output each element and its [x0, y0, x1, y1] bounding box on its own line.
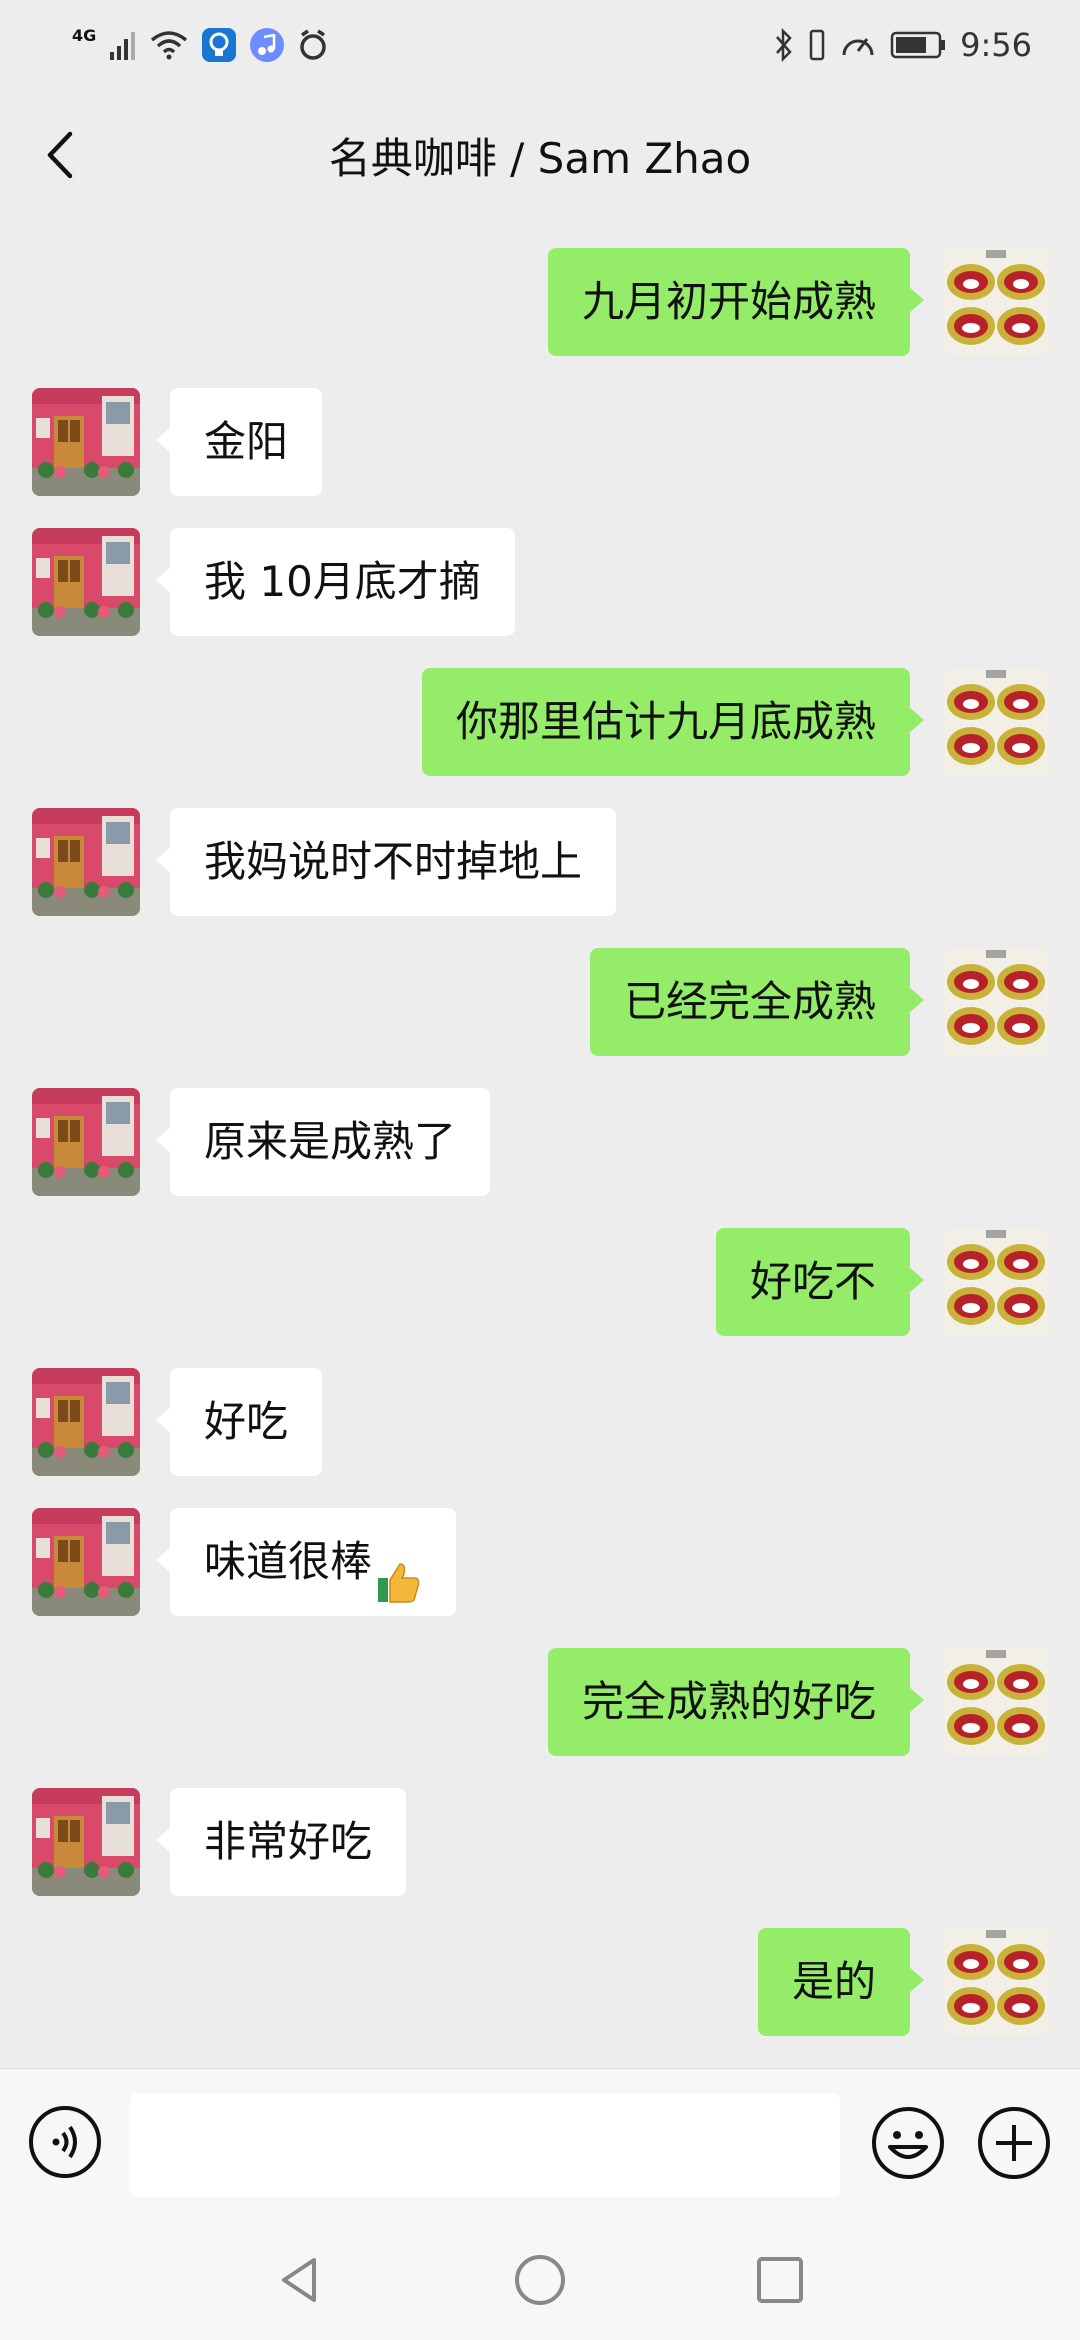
- sent-message-bubble[interactable]: 九月初开始成熟: [547, 248, 925, 356]
- signal-icon: [110, 32, 136, 60]
- contact-avatar[interactable]: [32, 528, 140, 636]
- sent-message-row: 完全成熟的好吃: [0, 1648, 1080, 1756]
- sent-message-row: 好吃不: [0, 1228, 1080, 1336]
- bluetooth-icon: [776, 28, 792, 62]
- sent-message-bubble[interactable]: 已经完全成熟: [589, 948, 925, 1056]
- lightbulb-app-icon: [202, 28, 237, 62]
- received-message-row: 非常好吃: [0, 1788, 1080, 1896]
- received-message-row: 金阳: [0, 388, 1080, 496]
- message-text: 你那里估计九月底成熟: [455, 697, 876, 746]
- message-list[interactable]: 九月初开始成熟 金阳 我 10月底才摘 你那里估计九月底成熟 我妈说时不时掉地上…: [0, 215, 1080, 2065]
- message-text: 我妈说时不时掉地上: [204, 837, 583, 886]
- back-button[interactable]: [30, 125, 90, 185]
- message-text: 好吃: [204, 1397, 289, 1446]
- self-avatar[interactable]: [942, 248, 1050, 356]
- chat-title: 名典咖啡 / Sam Zhao: [328, 133, 752, 183]
- contact-avatar[interactable]: [32, 1088, 140, 1196]
- self-avatar[interactable]: [942, 668, 1050, 776]
- received-message-row: 我妈说时不时掉地上: [0, 808, 1080, 916]
- message-text: 完全成熟的好吃: [581, 1677, 876, 1726]
- nav-home-button[interactable]: [510, 2250, 570, 2310]
- received-message-bubble[interactable]: 非常好吃: [155, 1788, 407, 1896]
- status-left-icons: 4G: [72, 25, 328, 62]
- message-input[interactable]: [130, 2093, 840, 2197]
- square-recents-icon: [757, 2257, 803, 2303]
- chevron-left-icon: [47, 131, 73, 179]
- contact-avatar[interactable]: [32, 808, 140, 916]
- clock-time: 9:56: [960, 26, 1032, 64]
- received-message-row: 味道很棒: [0, 1508, 1080, 1616]
- sent-message-bubble[interactable]: 是的: [757, 1928, 925, 2036]
- sent-message-bubble[interactable]: 完全成熟的好吃: [547, 1648, 925, 1756]
- received-message-bubble[interactable]: 原来是成熟了: [155, 1088, 491, 1196]
- self-avatar[interactable]: [942, 1648, 1050, 1756]
- speed-icon: [842, 38, 874, 56]
- message-text: 九月初开始成熟: [581, 277, 876, 326]
- message-text: 原来是成熟了: [204, 1117, 457, 1166]
- self-avatar[interactable]: [942, 1228, 1050, 1336]
- wifi-icon: [151, 31, 188, 60]
- sent-message-bubble[interactable]: 你那里估计九月底成熟: [421, 668, 925, 776]
- smiley-icon: [872, 2107, 944, 2179]
- message-text: 已经完全成熟: [623, 977, 876, 1026]
- received-message-row: 我 10月底才摘: [0, 528, 1080, 636]
- chat-header: 名典咖啡 / Sam Zhao: [0, 95, 1080, 215]
- sent-message-row: 你那里估计九月底成熟: [0, 668, 1080, 776]
- alarm-icon: [300, 29, 327, 60]
- received-message-bubble[interactable]: 金阳: [155, 388, 323, 496]
- contact-avatar[interactable]: [32, 1508, 140, 1616]
- sent-message-row: 九月初开始成熟: [0, 248, 1080, 356]
- received-message-row: 原来是成熟了: [0, 1088, 1080, 1196]
- input-bar: [0, 2068, 1080, 2220]
- contact-avatar[interactable]: [32, 388, 140, 496]
- received-message-bubble[interactable]: 味道很棒: [155, 1508, 457, 1616]
- emoji-button[interactable]: [870, 2105, 946, 2181]
- contact-avatar[interactable]: [32, 1368, 140, 1476]
- circle-home-icon: [515, 2255, 565, 2305]
- sent-message-bubble[interactable]: 好吃不: [715, 1228, 925, 1336]
- message-text: 非常好吃: [204, 1817, 373, 1866]
- nav-recents-button[interactable]: [750, 2250, 810, 2310]
- message-text: 味道很棒: [204, 1537, 373, 1586]
- self-avatar[interactable]: [942, 1928, 1050, 2036]
- voice-button[interactable]: [28, 2105, 102, 2179]
- plus-icon: [978, 2107, 1050, 2179]
- sent-message-row: 已经完全成熟: [0, 948, 1080, 1056]
- message-text: 好吃不: [749, 1257, 876, 1306]
- received-message-row: 好吃: [0, 1368, 1080, 1476]
- self-avatar[interactable]: [942, 948, 1050, 1056]
- battery-icon: [890, 31, 946, 59]
- thumbs-up-icon: [376, 1538, 422, 1603]
- network-type: 4G: [72, 25, 97, 45]
- music-app-icon: [250, 28, 285, 62]
- received-message-bubble[interactable]: 好吃: [155, 1368, 323, 1476]
- message-text: 金阳: [204, 417, 289, 466]
- sent-message-row: 是的: [0, 1928, 1080, 2036]
- triangle-back-icon: [282, 2258, 316, 2302]
- nav-back-button[interactable]: [270, 2250, 330, 2310]
- status-right-icons: 9:56: [774, 26, 1032, 64]
- status-bar: 4G 9:56: [0, 0, 1080, 90]
- message-text: 我 10月底才摘: [204, 557, 481, 606]
- received-message-bubble[interactable]: 我 10月底才摘: [156, 528, 515, 636]
- voice-icon: [29, 2106, 101, 2178]
- system-nav-bar: [0, 2220, 1080, 2340]
- more-button[interactable]: [976, 2105, 1052, 2181]
- vibrate-icon: [809, 29, 825, 61]
- received-message-bubble[interactable]: 我妈说时不时掉地上: [155, 808, 617, 916]
- message-text: 是的: [791, 1957, 876, 2006]
- contact-avatar[interactable]: [32, 1788, 140, 1896]
